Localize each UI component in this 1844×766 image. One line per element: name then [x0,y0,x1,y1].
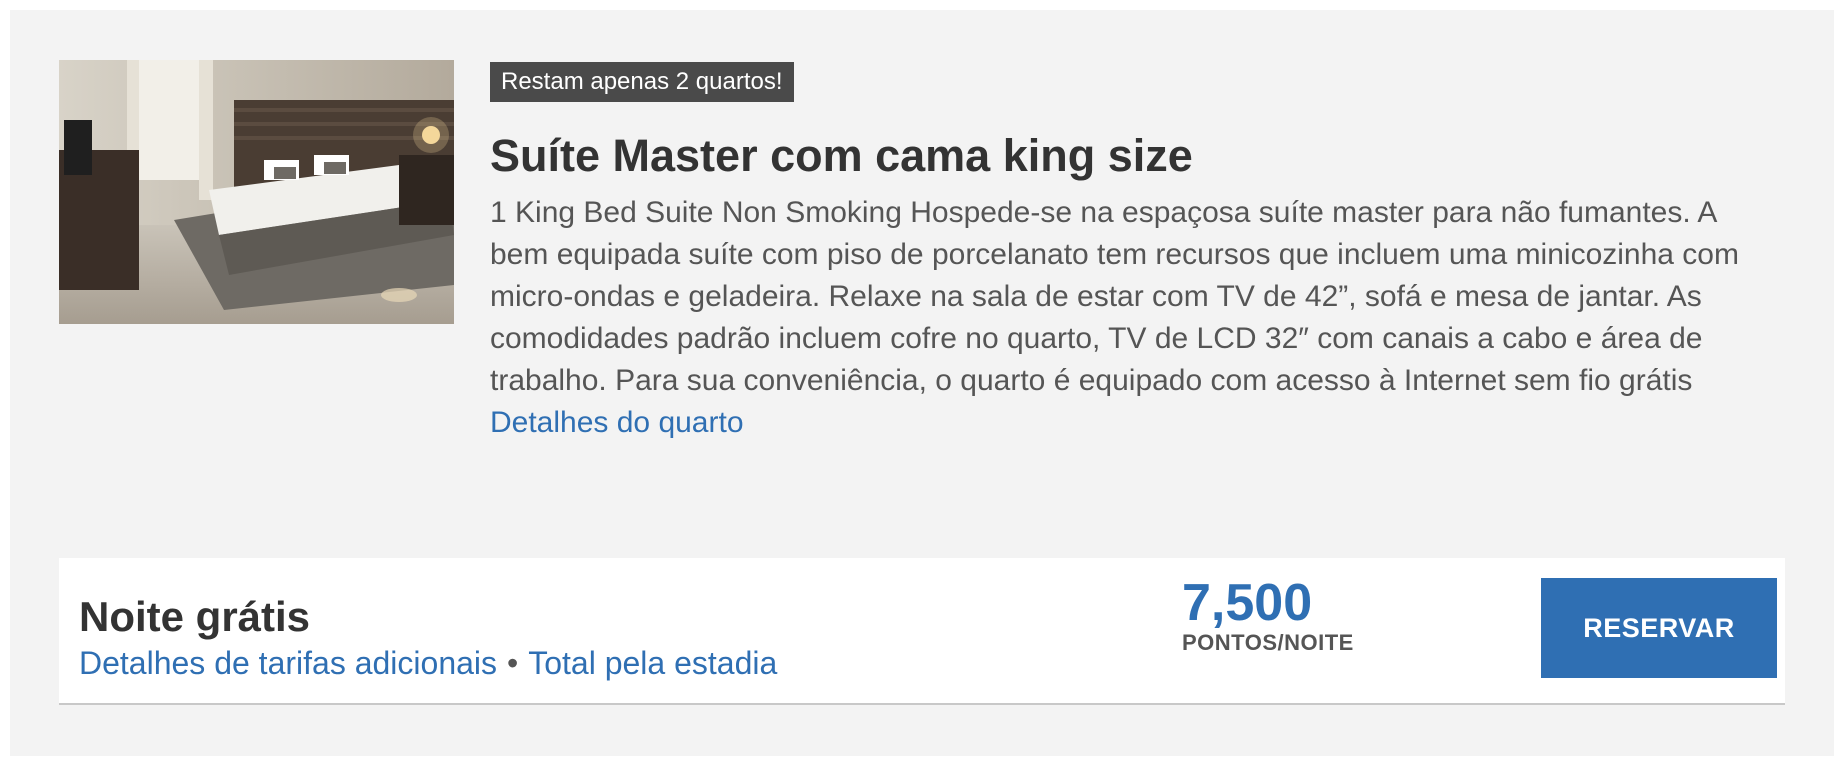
room-details-link[interactable]: Detalhes do quarto [490,402,1740,444]
hotel-room-photo-image [59,60,454,324]
link-separator: • [507,645,519,681]
total-stay-link[interactable]: Total pela estadia [528,645,777,681]
room-photo[interactable] [59,60,454,324]
room-card: Restam apenas 2 quartos! Suíte Master co… [10,10,1834,756]
additional-rate-details-link[interactable]: Detalhes de tarifas adicionais [79,645,497,681]
rate-price: 7,500 PONTOS/NOITE [1182,574,1354,654]
book-button[interactable]: RESERVAR [1541,578,1777,678]
price-unit: PONTOS/NOITE [1182,630,1354,655]
availability-badge: Restam apenas 2 quartos! [490,62,794,102]
rate-row: Noite grátis Detalhes de tarifas adicion… [59,558,1785,705]
rate-links: Detalhes de tarifas adicionais • Total pel… [79,642,777,684]
rate-name: Noite grátis [79,593,311,640]
price-value: 7,500 [1182,574,1313,632]
room-title: Suíte Master com cama king size [490,130,1193,181]
room-info: Restam apenas 2 quartos! Suíte Master co… [490,62,1790,444]
room-description-text: 1 King Bed Suite Non Smoking Hospede-se … [490,196,1739,397]
room-description: 1 King Bed Suite Non Smoking Hospede-se … [490,192,1740,444]
